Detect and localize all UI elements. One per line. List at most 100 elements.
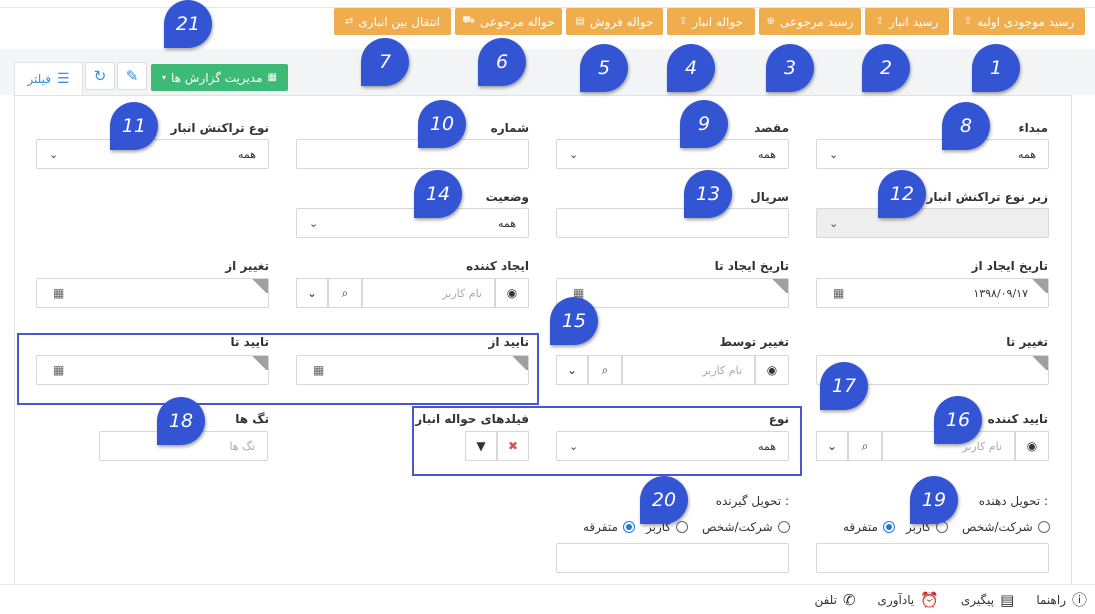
serial-label: سریال	[750, 190, 789, 204]
destination-label: مقصد	[754, 121, 789, 135]
changed-by-label: تغییر توسط	[719, 335, 789, 349]
search-button[interactable]: ⌕	[328, 278, 362, 308]
phone-icon: ✆	[842, 590, 856, 609]
receiver-label: تحویل گیرنده :	[715, 494, 789, 508]
date-corner-icon	[1030, 279, 1048, 293]
initial-stock-receipt-button[interactable]: ⇪ رسید موجودی اولیه	[953, 8, 1085, 35]
eraser-icon: ✎	[125, 67, 139, 85]
radio-selected-icon	[882, 521, 895, 533]
return-transfer-button[interactable]: ⛟ حواله مرجوعی	[455, 8, 562, 35]
status-label: وضعیت	[485, 190, 529, 204]
marker-2: 2	[862, 44, 910, 92]
number-label: شماره	[490, 121, 529, 135]
transaction-type-label: نوع تراکنش انبار	[170, 121, 269, 135]
target-button[interactable]: ◉	[1015, 431, 1049, 461]
receipt-icon: ⇪	[875, 16, 885, 27]
report-manage-button[interactable]: ▾ مدیریت گزارش ها ▦	[151, 64, 288, 91]
cart-icon: ⛟	[462, 15, 475, 26]
serial-input[interactable]	[556, 208, 789, 238]
marker-11: 11	[110, 102, 158, 150]
reminder-link[interactable]: ⏰ یادآوری	[878, 591, 939, 609]
receiver-radio-misc[interactable]: متفرقه	[583, 520, 635, 534]
marker-17: 17	[820, 362, 868, 410]
marker-4: 4	[667, 44, 715, 92]
follow-up-link[interactable]: ▤ پیگیری	[961, 591, 1014, 609]
changed-by-user-picker[interactable]: ⌄ ⌕ نام کاربر ◉	[556, 355, 789, 385]
filter-tab[interactable]: فیلتر ☰	[14, 62, 83, 95]
marker-21: 21	[164, 0, 212, 48]
marker-5: 5	[580, 44, 628, 92]
deliverer-input[interactable]	[816, 543, 1049, 573]
receipt-icon: ⇪	[963, 16, 973, 27]
created-to-label: تاریخ ایجاد تا	[714, 259, 789, 273]
approver-label: تایید کننده	[987, 412, 1048, 426]
alarm-icon: ⏰	[920, 590, 939, 609]
status-select[interactable]: ⌄ همه	[296, 208, 529, 238]
radio-icon	[676, 521, 689, 533]
origin-select[interactable]: ⌄ همه	[816, 139, 1049, 169]
marker-13: 13	[684, 170, 732, 218]
target-button[interactable]: ◉	[755, 355, 789, 385]
date-corner-icon	[250, 279, 268, 293]
transfer-icon: ⇪	[679, 16, 688, 27]
eraser-button[interactable]: ✎	[117, 62, 147, 90]
creator-name-input[interactable]: نام کاربر	[362, 278, 495, 308]
date-corner-icon	[1030, 356, 1048, 370]
chart-icon: ▦	[267, 72, 277, 83]
top-strip	[0, 0, 1095, 8]
search-button[interactable]: ⌕	[588, 355, 622, 385]
sub-type-select[interactable]: ⌄	[816, 208, 1049, 238]
date-corner-icon	[770, 279, 788, 293]
receiver-radio-company[interactable]: شرکت/شخص	[702, 520, 790, 534]
changed-by-name-input[interactable]: نام کاربر	[622, 355, 755, 385]
changed-from-date[interactable]: ▦	[36, 278, 269, 308]
chevron-down-button[interactable]: ⌄	[816, 431, 848, 461]
transaction-type-select[interactable]: ⌄ همه	[36, 139, 269, 169]
return-receipt-button[interactable]: ⊕ رسید مرجوعی	[759, 8, 861, 35]
number-input[interactable]	[296, 139, 529, 169]
deliverer-radio-company[interactable]: شرکت/شخص	[962, 520, 1050, 534]
marker-9: 9	[680, 100, 728, 148]
calendar-icon: ▦	[833, 286, 845, 300]
chevron-down-button[interactable]: ⌄	[556, 355, 588, 385]
marker-18: 18	[157, 397, 205, 445]
changed-to-label: تغییر تا	[1006, 335, 1048, 349]
search-button[interactable]: ⌕	[848, 431, 882, 461]
radio-icon	[777, 521, 790, 533]
calendar-icon: ▦	[53, 286, 65, 300]
radio-selected-icon	[622, 521, 635, 533]
marker-1: 1	[972, 44, 1020, 92]
destination-select[interactable]: ⌄ همه	[556, 139, 789, 169]
tags-label: تگ ها	[235, 412, 269, 426]
marker-6: 6	[478, 38, 526, 86]
phone-link[interactable]: ✆ تلفن	[814, 591, 855, 609]
marker-19: 19	[910, 476, 958, 524]
target-button[interactable]: ◉	[495, 278, 529, 308]
return-icon: ⊕	[766, 16, 775, 27]
chevron-down-button[interactable]: ⌄	[296, 278, 328, 308]
receiver-input[interactable]	[556, 543, 789, 573]
inter-warehouse-move-button[interactable]: ⇄ انتقال بین انباری	[334, 8, 451, 35]
search-icon: ⌕	[601, 362, 609, 377]
created-from-label: تاریخ ایجاد از	[971, 259, 1048, 273]
chevron-down-icon: ▾	[161, 73, 166, 82]
created-from-date[interactable]: ▦ ۱۳۹۸/۰۹/۱۷	[816, 278, 1049, 308]
sliders-icon: ☰	[57, 71, 70, 87]
chevron-down-icon: ⌄	[829, 147, 839, 161]
warehouse-receipt-button[interactable]: ⇪ رسید انبار	[865, 8, 949, 35]
help-link[interactable]: ⓘ راهنما	[1036, 589, 1087, 610]
creator-user-picker[interactable]: ⌄ ⌕ نام کاربر ◉	[296, 278, 529, 308]
approver-user-picker[interactable]: ⌄ ⌕ نام کاربر ◉	[816, 431, 1049, 461]
refresh-button[interactable]: ↻	[85, 62, 115, 90]
target-icon: ◉	[1026, 439, 1038, 453]
origin-label: مبداء	[1018, 121, 1048, 135]
warehouse-transfer-button[interactable]: ⇪ حواله انبار	[667, 8, 755, 35]
deliverer-label: تحویل دهنده :	[978, 494, 1048, 508]
chevron-down-icon: ⌄	[49, 147, 59, 161]
sub-type-label: زیر نوع تراکنش انبار	[926, 190, 1049, 204]
search-icon: ⌕	[341, 285, 349, 300]
deliverer-radio-misc[interactable]: متفرقه	[843, 520, 895, 534]
marker-14: 14	[414, 170, 462, 218]
sale-transfer-button[interactable]: ▤ حواله فروش	[566, 8, 663, 35]
marker-3: 3	[766, 44, 814, 92]
